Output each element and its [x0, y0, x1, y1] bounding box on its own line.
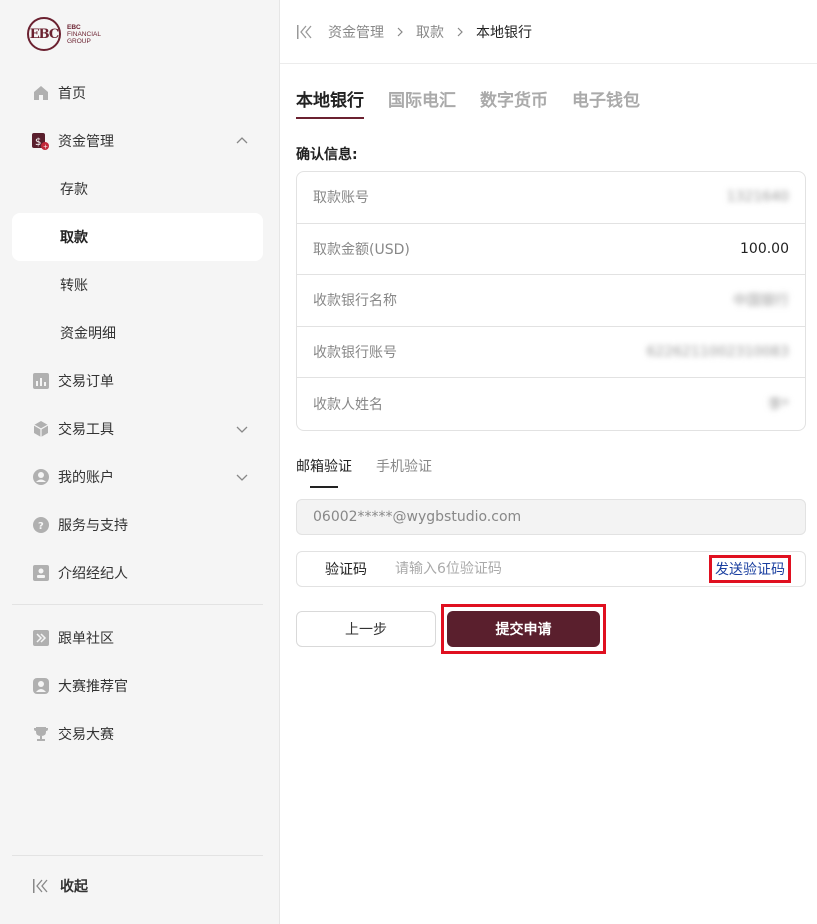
- sidebar-item-fund-management[interactable]: $ + 资金管理: [12, 117, 263, 165]
- tab-crypto[interactable]: 数字货币: [480, 86, 548, 119]
- svg-text:?: ?: [38, 521, 44, 532]
- help-icon: ?: [32, 517, 49, 534]
- sidebar-subitem-withdraw[interactable]: 取款: [12, 213, 263, 261]
- logo-line-1: EBC: [67, 23, 81, 31]
- sidebar-item-label: 服务与支持: [58, 518, 128, 534]
- top-bar: 资金管理 取款 本地银行: [280, 0, 817, 64]
- chevron-down-icon[interactable]: [235, 470, 249, 484]
- cube-icon: [32, 421, 49, 438]
- info-value: 中国银行: [733, 293, 789, 310]
- sidebar-item-label: 交易大赛: [58, 727, 114, 743]
- tab-e-wallet[interactable]: 电子钱包: [572, 86, 640, 119]
- logo-text: EBC FINANCIAL GROUP: [67, 24, 101, 45]
- tab-email-verification[interactable]: 邮箱验证: [296, 456, 352, 488]
- sidebar-subitem-label: 存款: [60, 182, 88, 198]
- payment-method-tabs: 本地银行 国际电汇 数字货币 电子钱包: [296, 86, 664, 119]
- info-label: 收款银行名称: [313, 293, 397, 310]
- sidebar-item-copy-trading[interactable]: 跟单社区: [12, 614, 263, 662]
- trophy-icon: [32, 726, 49, 743]
- sidebar-subitem-label: 资金明细: [60, 326, 116, 342]
- sidebar: EBC EBC FINANCIAL GROUP 首页 $ + 资金管理 存款 取款…: [0, 0, 280, 924]
- sidebar-subitem-deposit[interactable]: 存款: [12, 165, 263, 213]
- user-icon: [32, 469, 49, 486]
- send-code-button[interactable]: 发送验证码: [709, 555, 791, 583]
- breadcrumb: 资金管理 取款 本地银行: [296, 22, 532, 42]
- sidebar-item-tools[interactable]: 交易工具: [12, 405, 263, 453]
- logo-line-2: FINANCIAL: [67, 30, 101, 38]
- badge-icon: [32, 678, 49, 695]
- sidebar-subitem-label: 转账: [60, 278, 88, 294]
- logo-mark-icon: EBC: [27, 17, 61, 51]
- tab-phone-verification[interactable]: 手机验证: [376, 456, 432, 488]
- sidebar-item-introducing-broker[interactable]: 介绍经纪人: [12, 549, 263, 597]
- chevron-right-icon: [457, 27, 463, 36]
- tab-local-bank[interactable]: 本地银行: [296, 86, 364, 119]
- sidebar-subitem-fund-details[interactable]: 资金明细: [12, 309, 263, 357]
- info-value: 李*: [768, 396, 789, 413]
- sidebar-item-label: 交易订单: [58, 374, 114, 390]
- verification-code-input[interactable]: [395, 561, 709, 577]
- info-row-bank-account: 收款银行账号 6226211002310083: [297, 327, 805, 378]
- info-row-account: 取款账号 1321640: [297, 172, 805, 224]
- info-label: 取款账号: [313, 190, 369, 207]
- info-value: 6226211002310083: [646, 343, 789, 360]
- id-card-icon: [32, 565, 49, 582]
- sidebar-item-label: 大赛推荐官: [58, 679, 128, 695]
- submit-highlight: 提交申请: [441, 604, 606, 654]
- previous-step-button[interactable]: 上一步: [296, 611, 436, 647]
- svg-text:+: +: [43, 143, 48, 150]
- info-row-bank-name: 收款银行名称 中国银行: [297, 275, 805, 327]
- breadcrumb-current: 本地银行: [476, 24, 532, 41]
- verification-tabs: 邮箱验证 手机验证: [296, 456, 456, 488]
- home-icon: [32, 85, 49, 102]
- sidebar-item-my-account[interactable]: 我的账户: [12, 453, 263, 501]
- verification-code-row: 验证码 发送验证码: [296, 551, 806, 587]
- sidebar-item-support[interactable]: ? 服务与支持: [12, 501, 263, 549]
- sidebar-subitem-label: 取款: [60, 230, 88, 246]
- email-field: 06002*****@wygbstudio.com: [296, 499, 806, 535]
- brand-logo[interactable]: EBC EBC FINANCIAL GROUP: [27, 16, 117, 52]
- verification-code-label: 验证码: [325, 562, 367, 578]
- chevron-down-icon[interactable]: [235, 422, 249, 436]
- svg-text:$: $: [35, 137, 41, 148]
- sidebar-collapse-button[interactable]: 收起: [32, 876, 88, 896]
- forward-icon: [32, 630, 49, 647]
- sidebar-subitem-transfer[interactable]: 转账: [12, 261, 263, 309]
- sidebar-item-orders[interactable]: 交易订单: [12, 357, 263, 405]
- info-value: 1321640: [726, 189, 789, 206]
- email-value: 06002*****@wygbstudio.com: [313, 509, 522, 525]
- fund-icon: $ +: [32, 132, 49, 150]
- info-label: 收款人姓名: [313, 396, 383, 413]
- sidebar-item-trading-contest[interactable]: 交易大赛: [12, 710, 263, 758]
- chart-icon: [32, 373, 49, 390]
- sidebar-divider: [12, 855, 263, 856]
- sidebar-item-contest-referrer[interactable]: 大赛推荐官: [12, 662, 263, 710]
- submit-application-button[interactable]: 提交申请: [447, 611, 600, 647]
- chevron-right-icon: [397, 27, 403, 36]
- info-label: 收款银行账号: [313, 344, 397, 361]
- sidebar-item-label: 跟单社区: [58, 631, 114, 647]
- chevron-up-icon[interactable]: [235, 134, 249, 148]
- sidebar-item-label: 首页: [58, 86, 86, 102]
- breadcrumb-item[interactable]: 资金管理: [328, 22, 384, 42]
- sidebar-divider: [12, 604, 263, 605]
- info-row-amount: 取款金额(USD) 100.00: [297, 224, 805, 275]
- sidebar-item-label: 介绍经纪人: [58, 566, 128, 582]
- collapse-icon: [33, 879, 48, 893]
- collapse-sidebar-icon[interactable]: [296, 24, 314, 40]
- sidebar-item-label: 交易工具: [58, 422, 114, 438]
- confirm-info-table: 取款账号 1321640 取款金额(USD) 100.00 收款银行名称 中国银…: [296, 171, 806, 431]
- breadcrumb-item[interactable]: 取款: [416, 22, 444, 42]
- tab-wire-transfer[interactable]: 国际电汇: [388, 86, 456, 119]
- info-label: 取款金额(USD): [313, 241, 410, 258]
- sidebar-item-home[interactable]: 首页: [12, 69, 263, 117]
- collapse-label: 收起: [60, 879, 88, 895]
- info-value: 100.00: [740, 240, 789, 257]
- logo-line-3: GROUP: [67, 37, 91, 45]
- confirm-title: 确认信息:: [296, 147, 358, 163]
- info-row-payee-name: 收款人姓名 李*: [297, 378, 805, 430]
- sidebar-item-label: 资金管理: [58, 134, 114, 150]
- sidebar-item-label: 我的账户: [58, 470, 114, 486]
